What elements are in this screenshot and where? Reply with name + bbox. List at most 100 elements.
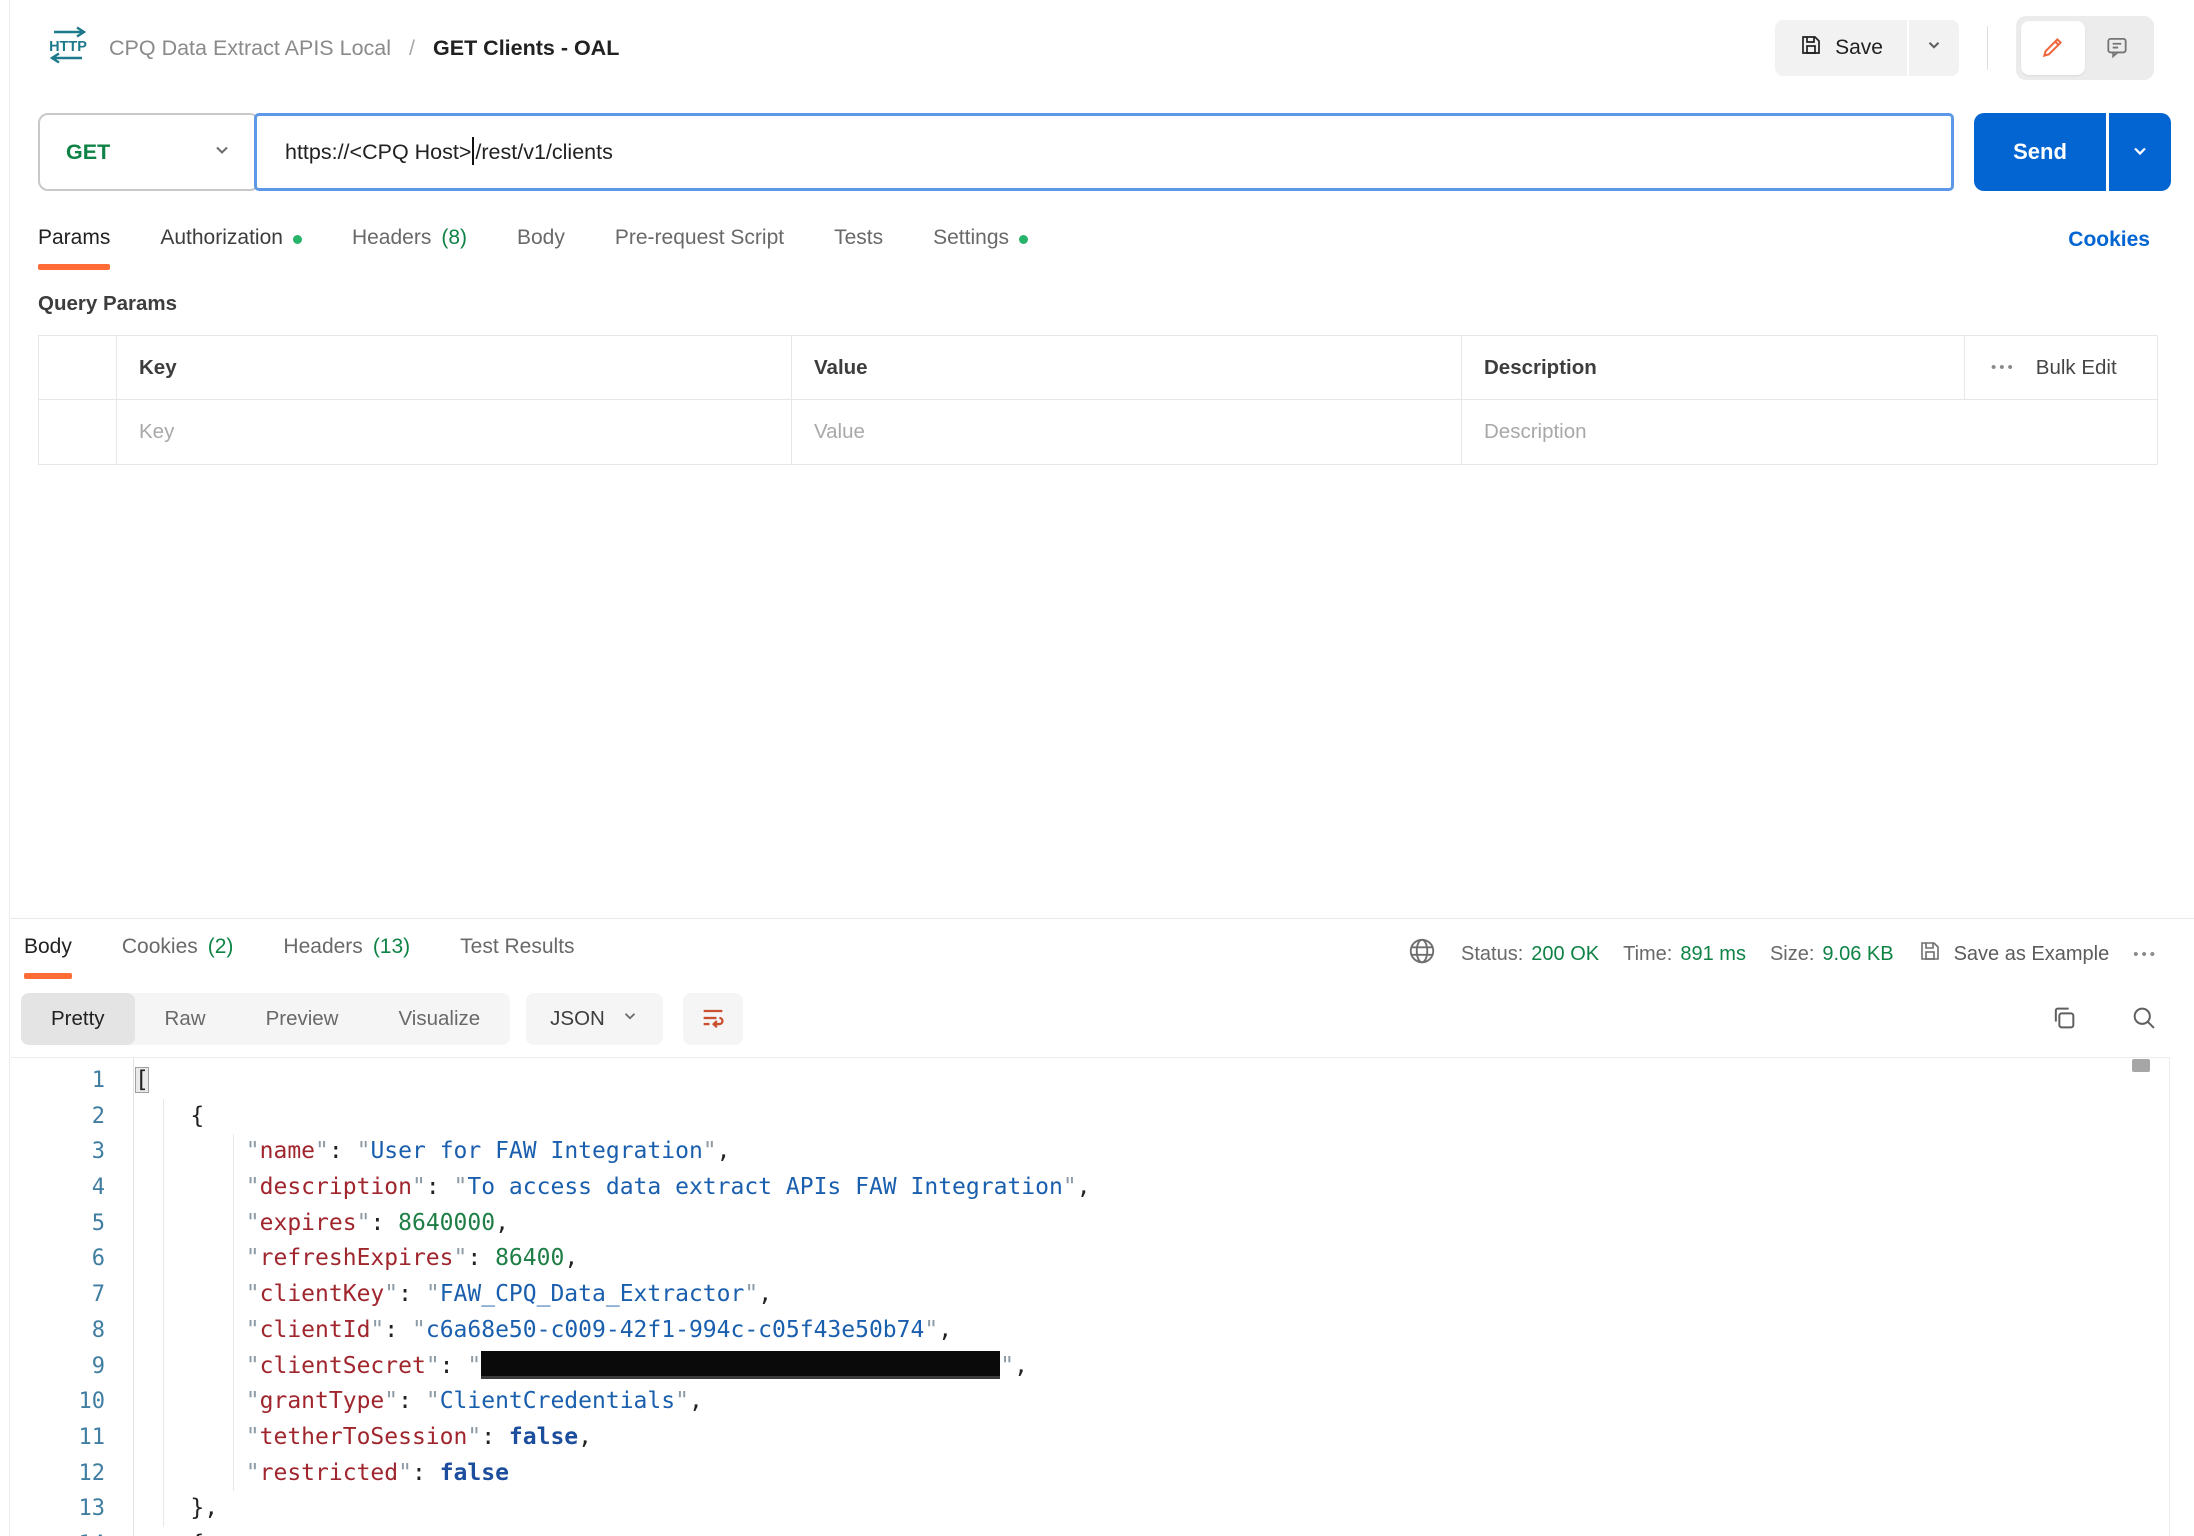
table-header-row: Key Value Description ••• Bulk Edit (39, 336, 2157, 400)
edit-comment-toggle (2016, 16, 2154, 80)
line-number: 12 (11, 1456, 133, 1492)
code-line-11: "tetherToSession": false, (135, 1420, 2169, 1456)
code-line-2: { (135, 1099, 2169, 1135)
tab-label: Tests (834, 226, 883, 250)
size-label: Size: (1770, 943, 1814, 966)
size-group: Size: 9.06 KB (1770, 943, 1894, 966)
breadcrumb-separator: / (409, 36, 415, 61)
code-line-13: }, (135, 1491, 2169, 1527)
more-actions-icon[interactable]: ••• (1991, 359, 2016, 376)
response-tab-test-results[interactable]: Test Results (460, 931, 574, 977)
edit-request-button[interactable] (2021, 21, 2085, 75)
view-tab-raw[interactable]: Raw (135, 993, 236, 1045)
response-body-panel: 1234567891011121314 [ { "name": "User fo… (11, 1057, 2170, 1536)
time-label: Time: (1623, 943, 1672, 966)
line-number: 8 (11, 1313, 133, 1349)
left-edge-strip (0, 0, 10, 1536)
view-tab-pretty[interactable]: Pretty (21, 993, 135, 1045)
code-line-12: "restricted": false (135, 1456, 2169, 1492)
response-tab-headers[interactable]: Headers (13) (283, 931, 410, 977)
send-button[interactable]: Send (1974, 113, 2106, 191)
tab-label: Body (517, 226, 565, 250)
tab-label: Headers (283, 935, 362, 959)
tab-count: (13) (373, 935, 410, 959)
gutter-divider (133, 1058, 134, 1536)
select-column-header (39, 336, 116, 399)
chevron-down-icon (621, 1007, 639, 1031)
time-value: 891 ms (1680, 943, 1746, 966)
request-name[interactable]: GET Clients - OAL (433, 36, 619, 61)
http-icon: HTTP (45, 24, 91, 72)
line-number: 7 (11, 1277, 133, 1313)
green-dot-indicator (293, 235, 302, 244)
table-row: Key Value Description (39, 400, 2157, 464)
response-divider (11, 918, 2194, 919)
description-input[interactable]: Description (1461, 400, 2157, 464)
time-group: Time: 891 ms (1623, 943, 1746, 966)
method-select[interactable]: GET (38, 113, 260, 191)
redacted-client-secret (481, 1351, 1000, 1379)
line-number: 2 (11, 1099, 133, 1135)
response-more-actions-button[interactable]: ••• (2133, 946, 2158, 963)
app-window: HTTP CPQ Data Extract APIS Local / GET C… (0, 0, 2194, 1536)
response-header: Body Cookies(2) Headers (13) Test Results St… (24, 922, 2158, 986)
wrap-text-button[interactable] (683, 993, 743, 1045)
value-input[interactable]: Value (791, 400, 1461, 464)
collection-name[interactable]: CPQ Data Extract APIS Local (109, 36, 391, 61)
comments-button[interactable] (2085, 21, 2149, 75)
response-tab-cookies[interactable]: Cookies(2) (122, 931, 234, 977)
format-select[interactable]: JSON (526, 993, 663, 1045)
key-input[interactable]: Key (116, 400, 791, 464)
line-number: 3 (11, 1134, 133, 1170)
save-cluster: Save (1775, 20, 1959, 76)
copy-response-button[interactable] (2050, 1004, 2078, 1035)
url-input[interactable]: https://<CPQ Host>/rest/v1/clients (254, 113, 1954, 191)
line-number: 6 (11, 1241, 133, 1277)
pencil-icon (2040, 34, 2066, 63)
tab-label: Cookies (122, 935, 198, 959)
breadcrumb: HTTP CPQ Data Extract APIS Local / GET C… (45, 24, 619, 72)
request-header: HTTP CPQ Data Extract APIS Local / GET C… (11, 0, 2194, 96)
send-options-button[interactable] (2109, 113, 2171, 191)
request-tab-tests[interactable]: Tests (834, 222, 883, 268)
request-tab-params[interactable]: Params (38, 222, 110, 268)
svg-text:HTTP: HTTP (49, 39, 87, 55)
save-as-example-button[interactable]: Save as Example (1918, 939, 2110, 969)
request-tab-authorization[interactable]: Authorization (160, 222, 302, 268)
request-tab-pre-request-script[interactable]: Pre-request Script (615, 222, 784, 268)
wrap-text-icon (699, 1004, 727, 1035)
code-line-4: "description": "To access data extract A… (135, 1170, 2169, 1206)
tab-count: (8) (441, 226, 467, 250)
view-tab-preview[interactable]: Preview (236, 993, 369, 1045)
bulk-edit-button[interactable]: Bulk Edit (2036, 356, 2117, 380)
response-meta: Status: 200 OK Time: 891 ms Size: 9.06 K… (1407, 936, 2158, 972)
request-tab-settings[interactable]: Settings (933, 222, 1028, 268)
code-line-14: { (135, 1527, 2169, 1536)
code-line-7: "clientKey": "FAW_CPQ_Data_Extractor", (135, 1277, 2169, 1313)
save-button[interactable]: Save (1775, 20, 1907, 76)
status-label: Status: (1461, 943, 1523, 966)
search-response-button[interactable] (2130, 1004, 2158, 1035)
view-tab-visualize[interactable]: Visualize (368, 993, 510, 1045)
save-icon (1918, 939, 1942, 969)
response-tabs: Body Cookies(2) Headers (13) Test Results (24, 931, 575, 977)
tab-label: Test Results (460, 935, 574, 959)
line-number: 9 (11, 1349, 133, 1385)
column-header-description: Description (1461, 336, 1964, 399)
globe-icon[interactable] (1407, 936, 1437, 972)
line-number: 13 (11, 1491, 133, 1527)
cookies-link[interactable]: Cookies (2068, 228, 2150, 252)
code-line-1: [ (135, 1063, 2169, 1099)
response-view-tabs: PrettyRawPreviewVisualize (21, 993, 510, 1045)
row-select-cell (39, 400, 116, 464)
request-tabs: Params Authorization Headers(8) Body Pre-req… (38, 222, 1028, 268)
params-table: Key Value Description ••• Bulk Edit Key … (38, 335, 2158, 465)
scrollbar-thumb[interactable] (2132, 1059, 2150, 1072)
request-tab-headers[interactable]: Headers(8) (352, 222, 467, 268)
response-tab-body[interactable]: Body (24, 931, 72, 977)
request-tab-body[interactable]: Body (517, 222, 565, 268)
code-line-3: "name": "User for FAW Integration", (135, 1134, 2169, 1170)
column-header-key: Key (116, 336, 791, 399)
line-number: 14 (11, 1527, 133, 1536)
save-options-button[interactable] (1909, 20, 1959, 76)
